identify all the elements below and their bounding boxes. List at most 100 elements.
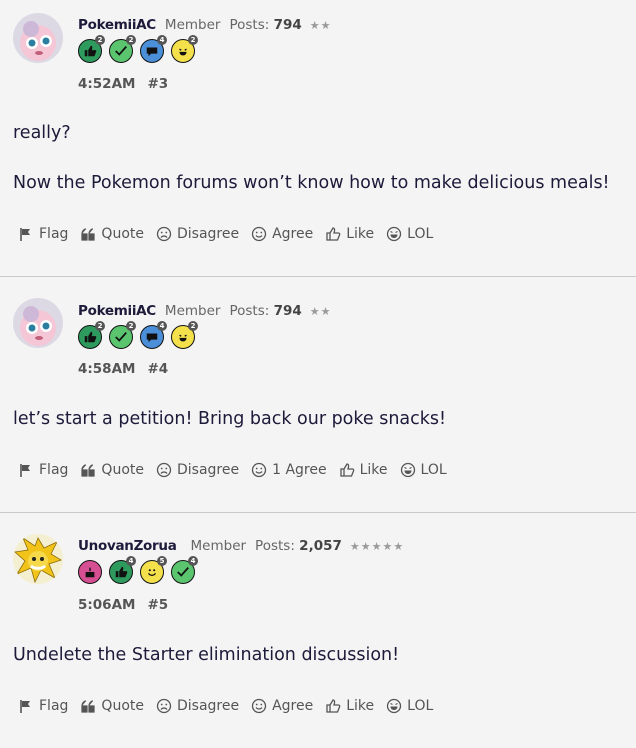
user-avatar[interactable] xyxy=(13,298,63,348)
posts-label: Posts: xyxy=(229,17,270,33)
badge-count: 2 xyxy=(95,35,105,45)
post-time[interactable]: 5:06AM xyxy=(78,597,135,613)
quote-icon xyxy=(81,464,96,477)
posts-count: 2,057 xyxy=(299,538,342,554)
agree-button[interactable]: Agree xyxy=(251,226,313,242)
post-number[interactable]: #3 xyxy=(147,76,168,92)
thumbs-up-badge[interactable]: 2 xyxy=(78,35,105,63)
thumbs-up-icon xyxy=(339,463,354,477)
lol-button[interactable]: LOL xyxy=(386,698,433,714)
posts-label: Posts: xyxy=(255,538,295,554)
post-actions: Flag Quote Disagree 1 Agree Like LOL xyxy=(18,462,459,478)
check-badge[interactable]: 2 xyxy=(109,35,136,63)
jigglypuff-avatar-icon xyxy=(13,13,63,63)
user-avatar[interactable] xyxy=(13,13,63,63)
posts-count: 794 xyxy=(273,303,302,319)
user-role: Member xyxy=(190,538,247,554)
cake-badge[interactable] xyxy=(78,560,102,584)
disagree-button[interactable]: Disagree xyxy=(156,462,239,478)
speech-bubble-badge[interactable]: 4 xyxy=(140,321,167,349)
frown-face-icon xyxy=(156,462,172,478)
post-number[interactable]: #4 xyxy=(147,361,168,377)
jigglypuff-avatar-icon xyxy=(13,298,63,348)
badge-count: 2 xyxy=(188,321,198,331)
user-avatar[interactable] xyxy=(13,534,63,584)
badge-row: 4 5 4 xyxy=(78,556,198,584)
flag-label: Flag xyxy=(39,462,69,478)
check-badge[interactable]: 4 xyxy=(171,556,198,584)
flag-button[interactable]: Flag xyxy=(18,698,68,714)
thumbs-up-badge[interactable]: 4 xyxy=(109,556,136,584)
cake-icon xyxy=(85,567,95,578)
post-time[interactable]: 4:52AM xyxy=(78,76,135,92)
disagree-button[interactable]: Disagree xyxy=(156,698,239,714)
disagree-button[interactable]: Disagree xyxy=(156,226,239,242)
flag-button[interactable]: Flag xyxy=(18,462,68,478)
agree-button[interactable]: Agree xyxy=(251,698,313,714)
smile-face-icon xyxy=(147,569,157,576)
quote-button[interactable]: Quote xyxy=(80,462,144,478)
quote-label: Quote xyxy=(101,698,144,714)
smile-face-icon xyxy=(251,226,267,242)
frown-face-icon xyxy=(156,698,172,714)
post-actions: Flag Quote Disagree Agree Like LOL xyxy=(18,698,445,714)
flag-button[interactable]: Flag xyxy=(18,226,68,242)
post-meta: PokemiiAC Member Posts: 794 ★★ xyxy=(78,17,332,33)
frown-face-icon xyxy=(156,226,172,242)
quote-label: Quote xyxy=(101,462,144,478)
badge-row: 2 2 4 2 xyxy=(78,321,198,349)
username[interactable]: UnovanZorua xyxy=(78,538,177,554)
rating-stars: ★★★★★ xyxy=(349,540,405,553)
speech-bubble-icon xyxy=(146,333,158,343)
disagree-label: Disagree xyxy=(176,226,240,242)
quote-icon xyxy=(81,700,96,713)
quote-icon xyxy=(81,228,96,241)
badge-count: 4 xyxy=(157,321,167,331)
thumbs-up-badge[interactable]: 2 xyxy=(78,321,105,349)
badge-row: 2 2 4 2 xyxy=(78,35,198,63)
agree-button[interactable]: 1 Agree xyxy=(251,462,327,478)
user-role: Member xyxy=(164,17,221,33)
laughing-face-icon xyxy=(400,462,415,478)
posts-count: 794 xyxy=(273,17,302,33)
username[interactable]: PokemiiAC xyxy=(78,303,156,319)
thumbs-up-icon xyxy=(84,331,97,343)
quote-button[interactable]: Quote xyxy=(80,226,144,242)
thumbs-up-icon xyxy=(326,699,341,713)
post-number[interactable]: #5 xyxy=(147,597,168,613)
lol-button[interactable]: LOL xyxy=(400,462,447,478)
laughing-face-icon xyxy=(387,226,402,242)
posts-label: Posts: xyxy=(229,303,270,319)
like-label: Like xyxy=(359,462,388,478)
post-body: really? Now the Pokemon forums won’t kno… xyxy=(13,121,623,195)
quote-button[interactable]: Quote xyxy=(80,698,144,714)
agree-label: Agree xyxy=(272,226,314,242)
like-button[interactable]: Like xyxy=(339,462,388,478)
check-badge[interactable]: 2 xyxy=(109,321,136,349)
rating-stars: ★★ xyxy=(309,19,332,32)
post-timestamp: 4:52AM #3 xyxy=(78,76,168,92)
smile-face-icon xyxy=(251,462,267,478)
badge-count: 2 xyxy=(126,35,136,45)
laughing-face-badge[interactable]: 2 xyxy=(171,321,198,349)
laughing-face-badge[interactable]: 2 xyxy=(171,35,198,63)
badge-count: 5 xyxy=(157,556,167,566)
check-icon xyxy=(177,567,189,577)
like-label: Like xyxy=(346,698,375,714)
flag-label: Flag xyxy=(39,226,69,242)
like-button[interactable]: Like xyxy=(325,698,374,714)
post-paragraph: Now the Pokemon forums won’t know how to… xyxy=(13,172,610,193)
flag-icon xyxy=(20,700,30,713)
flag-icon xyxy=(20,464,30,477)
smile-face-badge[interactable]: 5 xyxy=(140,556,167,584)
speech-bubble-icon xyxy=(146,47,158,57)
lol-label: LOL xyxy=(407,226,434,242)
username[interactable]: PokemiiAC xyxy=(78,17,156,33)
post-timestamp: 4:58AM #4 xyxy=(78,361,168,377)
lol-button[interactable]: LOL xyxy=(386,226,433,242)
post-meta: PokemiiAC Member Posts: 794 ★★ xyxy=(78,303,332,319)
post-time[interactable]: 4:58AM xyxy=(78,361,135,377)
speech-bubble-badge[interactable]: 4 xyxy=(140,35,167,63)
like-button[interactable]: Like xyxy=(325,226,374,242)
flag-icon xyxy=(20,228,30,241)
